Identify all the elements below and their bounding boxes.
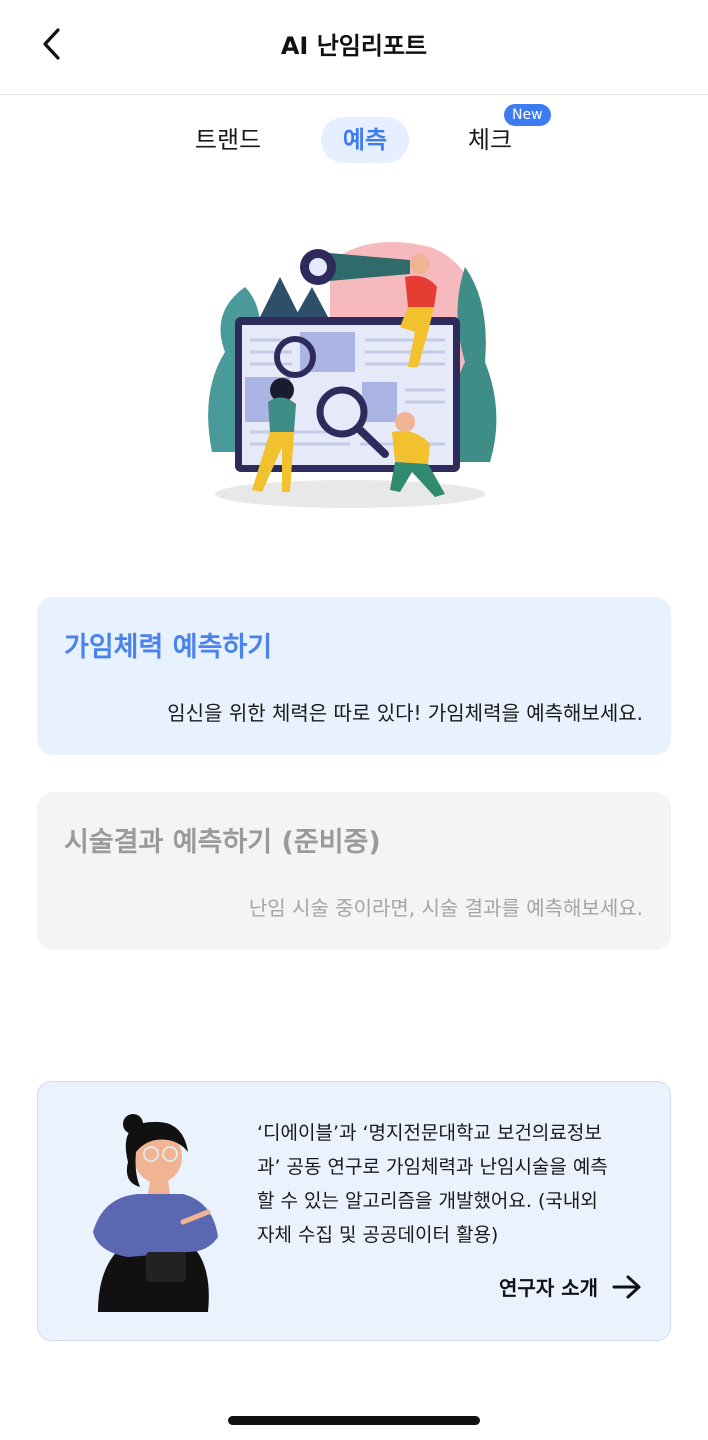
card-title: 가임체력 예측하기 <box>64 632 273 663</box>
research-info-box: ‘디에이블’과 ‘명지전문대학교 보건의료정보 과’ 공동 연구로 가임체력과 … <box>37 1081 671 1341</box>
arrow-right-icon <box>612 1275 641 1298</box>
research-team-illustration <box>208 242 497 508</box>
treatment-prediction-card: 시술결과 예측하기 (준비중) 난임 시술 중이라면, 시술 결과를 예측해보세… <box>37 792 671 950</box>
card-description: 난임 시술 중이라면, 시술 결과를 예측해보세요. <box>248 896 643 920</box>
researcher-illustration <box>93 1114 218 1312</box>
researcher-intro-link[interactable]: 연구자 소개 <box>499 1272 642 1301</box>
card-title: 시술결과 예측하기 (준비중) <box>64 827 381 858</box>
researcher-intro-label: 연구자 소개 <box>499 1276 598 1300</box>
tab-predict[interactable]: 예측 <box>321 117 409 163</box>
research-description: ‘디에이블’과 ‘명지전문대학교 보건의료정보 과’ 공동 연구로 가임체력과 … <box>257 1116 647 1252</box>
research-description-line: ‘디에이블’과 ‘명지전문대학교 보건의료정보 <box>257 1122 602 1144</box>
tab-trend[interactable]: 트랜드 <box>178 117 278 163</box>
fertility-prediction-card[interactable]: 가임체력 예측하기 임신을 위한 체력은 따로 있다! 가임체력을 예측해보세요… <box>37 597 671 755</box>
research-description-line: 할 수 있는 알고리즘을 개발했어요. (국내외 <box>257 1190 598 1212</box>
page-title: AI 난임리포트 <box>280 32 428 60</box>
research-description-line: 과’ 공동 연구로 가임체력과 난임시술을 예측 <box>257 1156 608 1178</box>
card-description: 임신을 위한 체력은 따로 있다! 가임체력을 예측해보세요. <box>167 701 643 725</box>
research-description-line: 자체 수집 및 공공데이터 활용) <box>257 1224 499 1246</box>
home-indicator <box>228 1416 480 1425</box>
header: AI 난임리포트 <box>0 0 708 95</box>
tab-bar: 트랜드 예측 체크 <box>0 114 708 166</box>
new-badge: New <box>504 104 551 126</box>
